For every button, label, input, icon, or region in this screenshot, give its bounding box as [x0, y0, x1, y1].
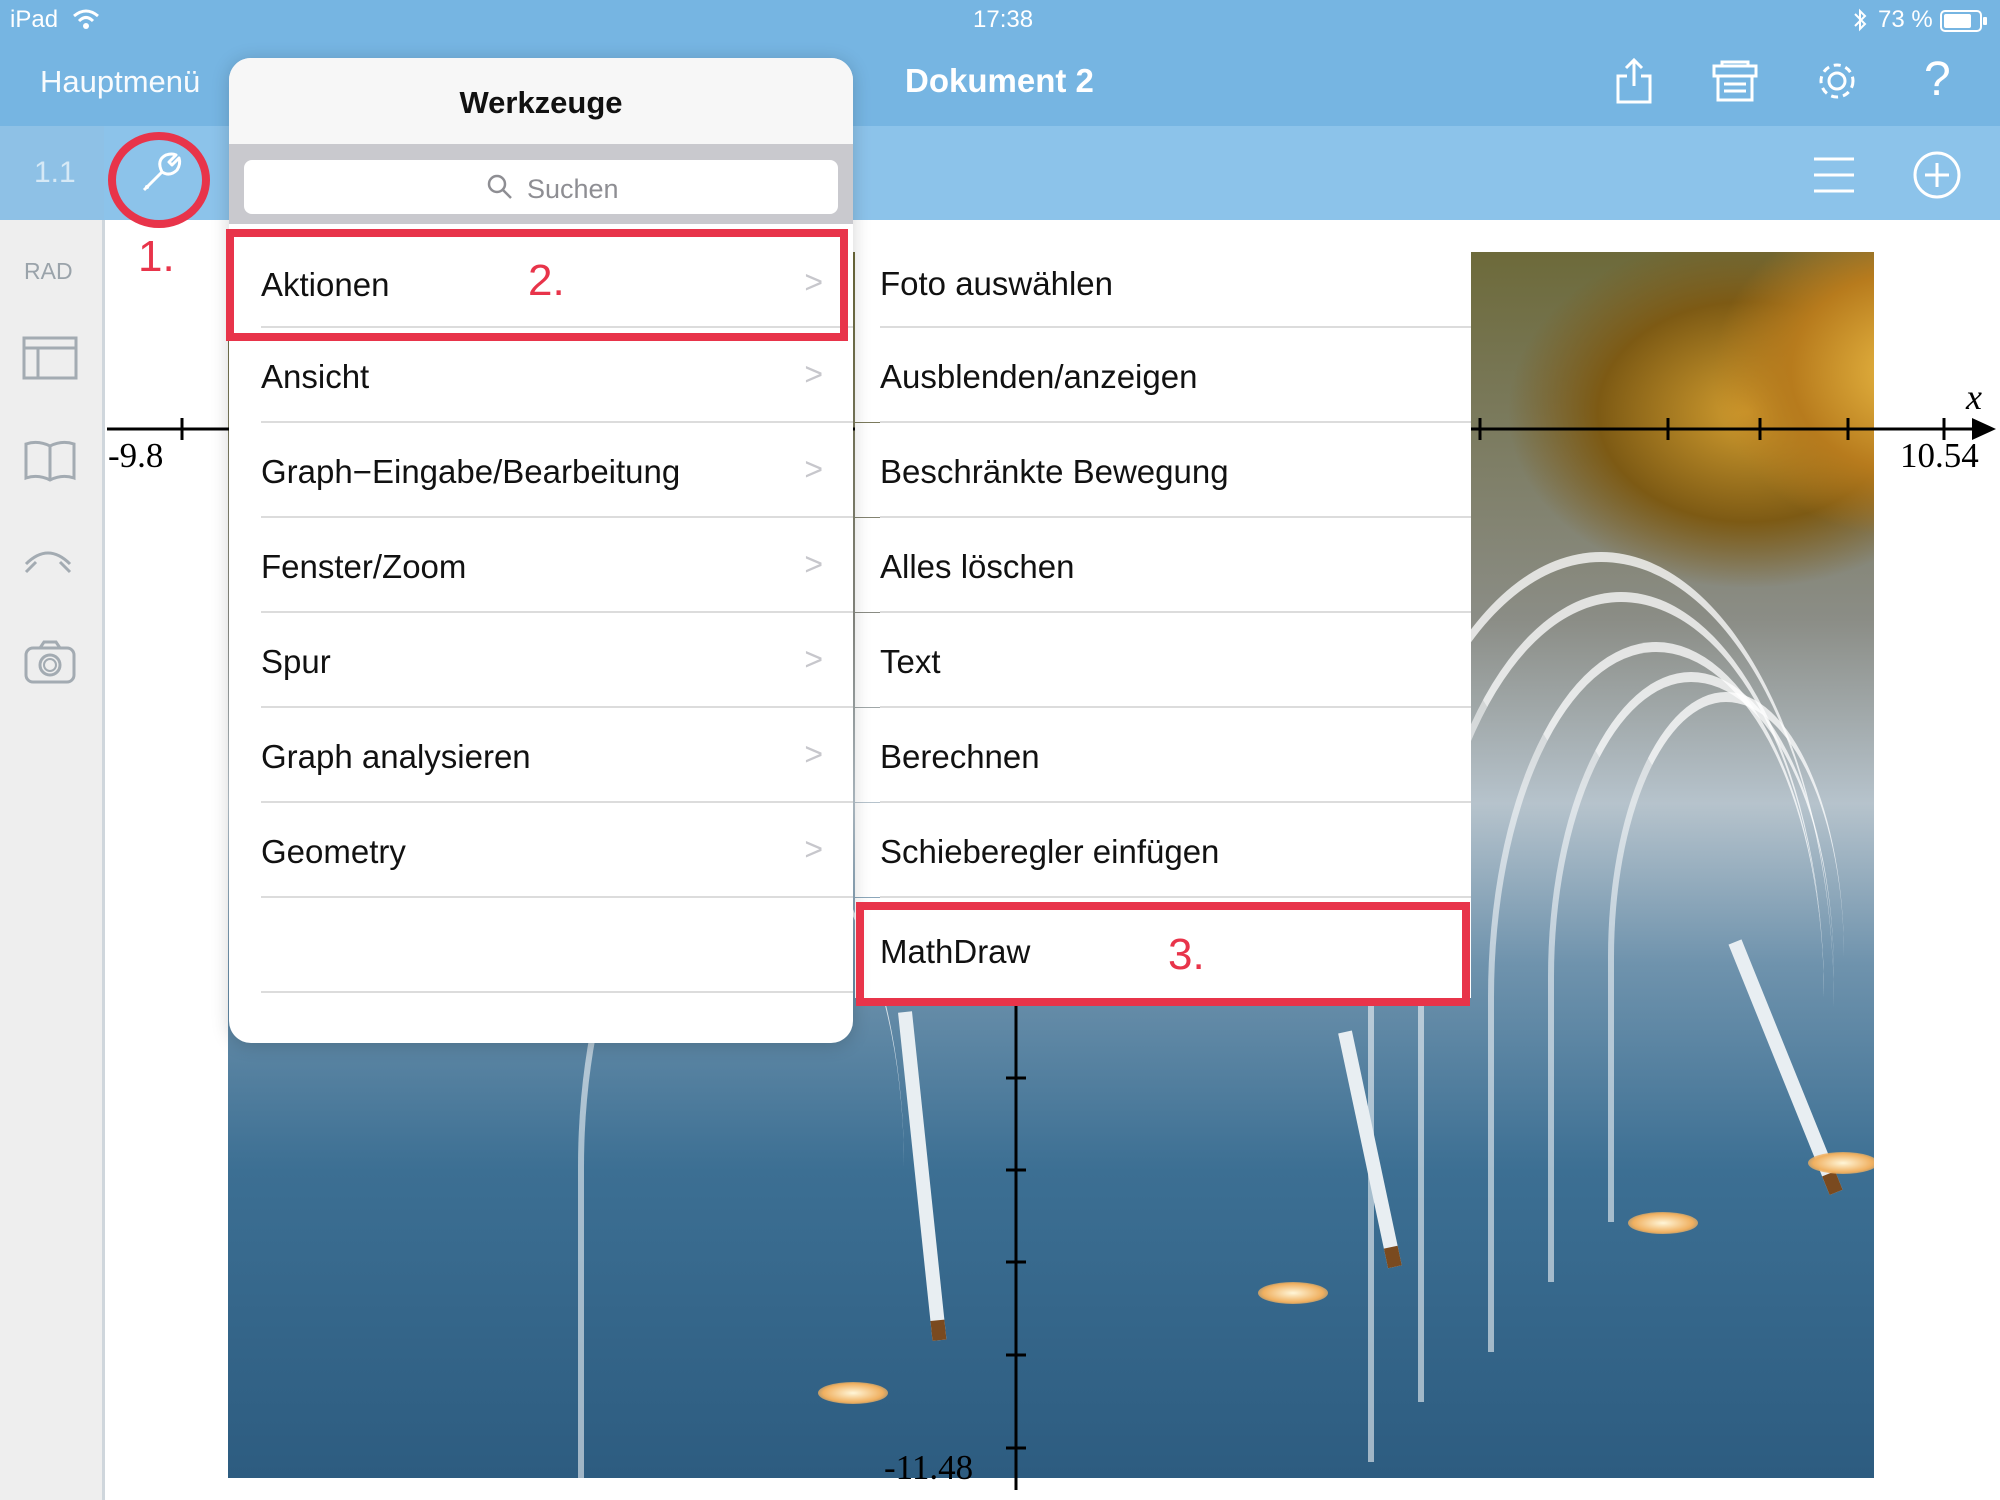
- submenu-item-label: Foto auswählen: [880, 265, 1113, 302]
- submenu-item-ausblenden-anzeigen[interactable]: Ausblenden/anzeigen: [855, 328, 1471, 422]
- menu-item-label: Spur: [261, 643, 331, 680]
- chevron-right-icon: >: [804, 641, 823, 677]
- menu-item-fenster-zoom[interactable]: Fenster/Zoom >: [229, 518, 853, 613]
- x-min-label: -9.8: [108, 436, 164, 475]
- submenu-item-alles-loeschen[interactable]: Alles löschen: [855, 518, 1471, 612]
- add-icon[interactable]: [1912, 150, 1962, 205]
- bluetooth-icon: [1852, 8, 1868, 37]
- submenu-item-foto-auswaehlen[interactable]: Foto auswählen: [855, 235, 1471, 330]
- document-title: Dokument 2: [905, 62, 1094, 99]
- submenu-item-label: Beschränkte Bewegung: [880, 453, 1229, 490]
- settings-icon[interactable]: [1814, 58, 1860, 109]
- menu-item-geometry[interactable]: Geometry >: [229, 803, 853, 898]
- step3-label: 3.: [1168, 930, 1205, 979]
- search-icon: [487, 174, 513, 200]
- chevron-right-icon: >: [804, 546, 823, 582]
- submenu-item-berechnen[interactable]: Berechnen: [855, 708, 1471, 802]
- clock: 17:38: [973, 6, 1034, 33]
- menu-item-label: Fenster/Zoom: [261, 548, 467, 585]
- angle-mode-label: RAD: [24, 258, 73, 284]
- y-min-label: -11.48: [884, 1448, 974, 1487]
- x-axis-label: x: [1966, 377, 1982, 417]
- submenu-item-label: Alles löschen: [880, 548, 1075, 585]
- menu-item-label: Graph−Eingabe/Bearbeitung: [261, 453, 681, 490]
- documents-icon[interactable]: [1712, 60, 1758, 107]
- step3-highlight-box: [856, 902, 1470, 1006]
- main-menu-link[interactable]: Hauptmenü: [40, 64, 200, 100]
- page-tab-label: 1.1: [34, 156, 76, 189]
- search-placeholder: Suchen: [527, 174, 619, 204]
- wifi-icon: [72, 8, 100, 35]
- chevron-right-icon: >: [804, 831, 823, 867]
- step2-label: 2.: [528, 256, 565, 305]
- switch-icon[interactable]: [22, 544, 74, 579]
- device-label: iPad: [10, 6, 59, 33]
- page-tab[interactable]: 1.1: [0, 126, 104, 220]
- submenu-item-label: Schieberegler einfügen: [880, 833, 1220, 870]
- step1-highlight-circle: [108, 132, 210, 228]
- search-input[interactable]: Suchen: [244, 160, 838, 214]
- menu-item-label: Geometry: [261, 833, 406, 870]
- book-icon[interactable]: [24, 438, 76, 487]
- submenu-item-schieberegler-einfuegen[interactable]: Schieberegler einfügen: [855, 803, 1471, 897]
- submenu-item-label: Ausblenden/anzeigen: [880, 358, 1198, 395]
- sidebar: [0, 220, 105, 1500]
- submenu-item-text[interactable]: Text: [855, 613, 1471, 707]
- chevron-right-icon: >: [804, 451, 823, 487]
- layout-icon[interactable]: [22, 336, 78, 385]
- battery-level: 73 %: [1878, 6, 1933, 33]
- menu-item-graph-analysieren[interactable]: Graph analysieren >: [229, 708, 853, 803]
- menu-icon[interactable]: [1812, 156, 1856, 199]
- camera-icon[interactable]: [24, 640, 76, 689]
- menu-item-ansicht[interactable]: Ansicht >: [229, 328, 853, 423]
- popover-title: Werkzeuge: [459, 85, 623, 120]
- step1-label: 1.: [138, 232, 175, 281]
- menu-item-label: Ansicht: [261, 358, 370, 395]
- help-icon[interactable]: ?: [1924, 52, 1951, 107]
- tools-popover: Werkzeuge Suchen Aktionen > Ansicht > Gr…: [229, 58, 853, 1043]
- menu-item-graph-eingabe[interactable]: Graph−Eingabe/Bearbeitung >: [229, 423, 853, 518]
- share-icon[interactable]: [1614, 57, 1654, 109]
- chevron-right-icon: >: [804, 356, 823, 392]
- menu-item-label: Graph analysieren: [261, 738, 531, 775]
- submenu-item-beschraenkte-bewegung[interactable]: Beschränkte Bewegung: [855, 423, 1471, 517]
- submenu-item-label: Berechnen: [880, 738, 1040, 775]
- menu-item-spur[interactable]: Spur >: [229, 613, 853, 708]
- chevron-right-icon: >: [804, 736, 823, 772]
- x-max-label: 10.54: [1900, 436, 1979, 475]
- battery-icon: [1940, 10, 1988, 37]
- submenu-item-label: Text: [880, 643, 941, 680]
